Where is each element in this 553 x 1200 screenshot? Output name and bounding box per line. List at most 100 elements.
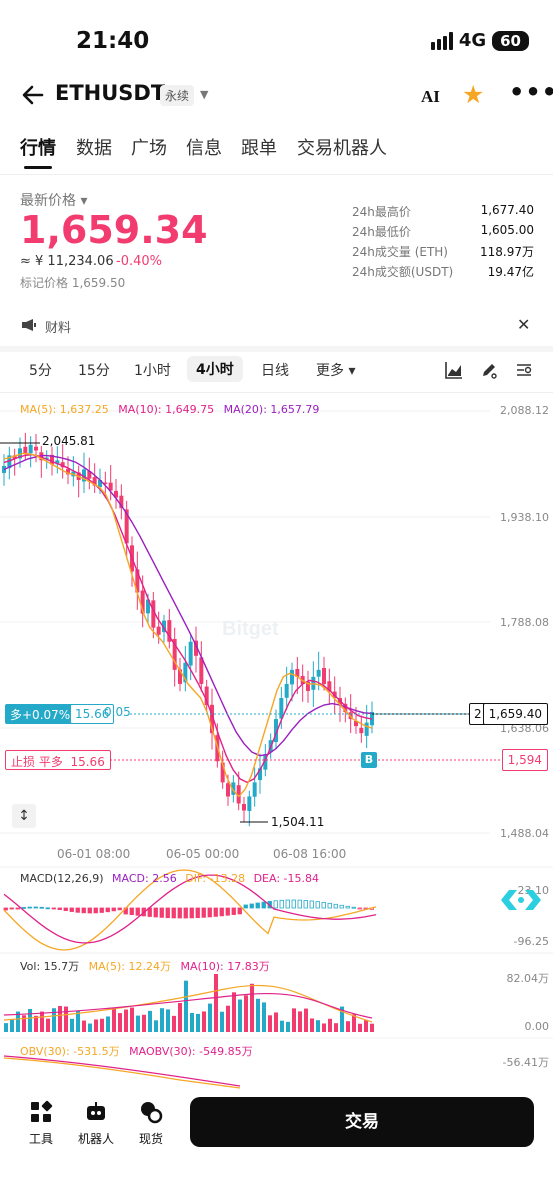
macd-bar: [15, 907, 20, 910]
close-icon[interactable]: ✕: [517, 315, 530, 334]
watermark-logo: Bitget: [222, 618, 279, 640]
volume-bar: [136, 1015, 140, 1032]
volume-bar: [214, 974, 218, 1032]
spot-button[interactable]: 现货: [126, 1100, 176, 1147]
macd-bar: [39, 906, 44, 909]
news-bar[interactable]: 财料 ✕: [0, 312, 553, 340]
tab-market[interactable]: 行情: [20, 134, 56, 169]
ai-icon[interactable]: AI: [421, 87, 440, 107]
macd-bar: [129, 907, 134, 916]
volume-bar: [328, 1018, 332, 1032]
volume-bar: [196, 1013, 200, 1032]
volume-value: Vol: 15.7万: [20, 960, 80, 973]
macd-bar: [33, 906, 38, 909]
ma5-label: MA(5): 1,637.25: [20, 403, 109, 416]
tab-trading-bot[interactable]: 交易机器人: [297, 134, 387, 160]
candle-body: [364, 722, 369, 736]
volume-bar: [28, 1008, 32, 1032]
robot-label: 机器人: [77, 1132, 114, 1146]
volume-bar: [184, 980, 188, 1032]
stat-label: 24h成交量 (ETH): [352, 245, 448, 259]
macd-bar: [63, 907, 68, 911]
divider: [0, 392, 553, 393]
chart-type-icon[interactable]: [445, 361, 463, 379]
macd-bar: [279, 899, 284, 909]
trade-button[interactable]: 交易: [190, 1097, 534, 1147]
stat-label: 24h最高价: [352, 205, 411, 219]
macd-bar: [273, 900, 278, 909]
symbol-title[interactable]: ETHUSDT: [55, 81, 165, 105]
volume-bar: [112, 1008, 116, 1032]
long-position-tag[interactable]: 多+0.07%: [5, 704, 76, 724]
macd-bar: [327, 902, 332, 909]
volume-bar: [172, 1015, 176, 1032]
volume-bar: [100, 1018, 104, 1032]
interval-5m[interactable]: 5分: [29, 360, 52, 380]
more-icon[interactable]: •••: [509, 78, 553, 106]
candle-body: [156, 626, 161, 635]
divider: [0, 174, 553, 175]
macd-bar: [261, 901, 266, 909]
tools-button[interactable]: 工具: [16, 1100, 66, 1147]
obv-line: [3, 1057, 241, 1089]
tab-info[interactable]: 信息: [186, 134, 222, 160]
candle-body: [284, 683, 289, 698]
spot-label: 现货: [138, 1132, 163, 1146]
interval-1h[interactable]: 1小时: [134, 360, 171, 380]
interval-1d[interactable]: 日线: [261, 360, 289, 380]
expand-icon[interactable]: ↕: [12, 804, 36, 828]
price-label[interactable]: 最新价格 ▾: [20, 190, 87, 210]
macd-bar: [99, 907, 104, 913]
draw-tool-icon[interactable]: [480, 361, 498, 379]
macd-bar: [69, 907, 74, 912]
volume-bar: [346, 1021, 350, 1032]
volume-bar: [268, 1015, 272, 1032]
macd-bar: [105, 907, 110, 913]
tab-copy-trade[interactable]: 跟单: [241, 134, 277, 160]
volume-bar: [208, 1003, 212, 1032]
macd-bar: [345, 905, 350, 909]
volume-bar: [154, 1020, 158, 1032]
interval-4h[interactable]: 4小时: [187, 356, 243, 382]
macd-bar: [189, 907, 194, 919]
volume-bar: [46, 1018, 50, 1032]
interval-more[interactable]: 更多 ▾: [316, 360, 355, 380]
volume-bar: [232, 992, 236, 1032]
back-arrow-icon[interactable]: [18, 80, 48, 110]
volume-legend: Vol: 15.7万 MA(5): 12.24万 MA(10): 17.83万: [20, 958, 276, 974]
ma5-line: [3, 452, 373, 798]
high-marker-label: 2,045.81: [42, 434, 96, 448]
volume-bar: [130, 1007, 134, 1032]
macd-bar: [339, 904, 344, 909]
bitget-fab-icon[interactable]: [497, 885, 545, 915]
macd-bar: [255, 902, 260, 909]
obv-legend: OBV(30): -531.5万 MAOBV(30): -549.85万: [20, 1043, 259, 1059]
macd-bar: [351, 906, 356, 909]
volume-bar: [244, 995, 248, 1032]
macd-bar: [171, 907, 176, 919]
stop-loss-tag[interactable]: 止损 平多 15.66: [5, 750, 111, 770]
tab-data[interactable]: 数据: [76, 134, 112, 160]
star-icon[interactable]: ★: [462, 82, 484, 107]
nav-bar: ETHUSDT 永续 ▼ AI ★ •••: [0, 76, 553, 116]
interval-15m[interactable]: 15分: [78, 360, 110, 380]
volume-bar: [58, 1006, 62, 1032]
macd-legend: MACD(12,26,9) MACD: 2.56 DIF: -13.28 DEA…: [20, 872, 324, 885]
macd-params: MACD(12,26,9): [20, 872, 104, 885]
tab-square[interactable]: 广场: [131, 134, 167, 160]
time-axis-label: 06-01 08:00: [57, 847, 131, 861]
volume-bar: [82, 1020, 86, 1032]
robot-icon: [87, 1102, 105, 1120]
obv-axis: -56.41万: [502, 1056, 549, 1069]
indicator-settings-icon[interactable]: [515, 361, 533, 379]
volume-bar: [316, 1020, 320, 1032]
main-tabs: 行情 数据 广场 信息 跟单 交易机器人: [0, 134, 553, 170]
obv-value: OBV(30): -531.5万: [20, 1045, 120, 1058]
caret-down-icon[interactable]: ▼: [200, 88, 208, 101]
macd-bar: [333, 903, 338, 909]
stat-label: 24h成交额(USDT): [352, 265, 454, 279]
candlestick-chart[interactable]: [0, 395, 553, 1090]
status-bar: 21:40 4G 60: [0, 0, 553, 80]
robot-button[interactable]: 机器人: [71, 1100, 121, 1147]
volume-bar: [178, 1002, 182, 1032]
